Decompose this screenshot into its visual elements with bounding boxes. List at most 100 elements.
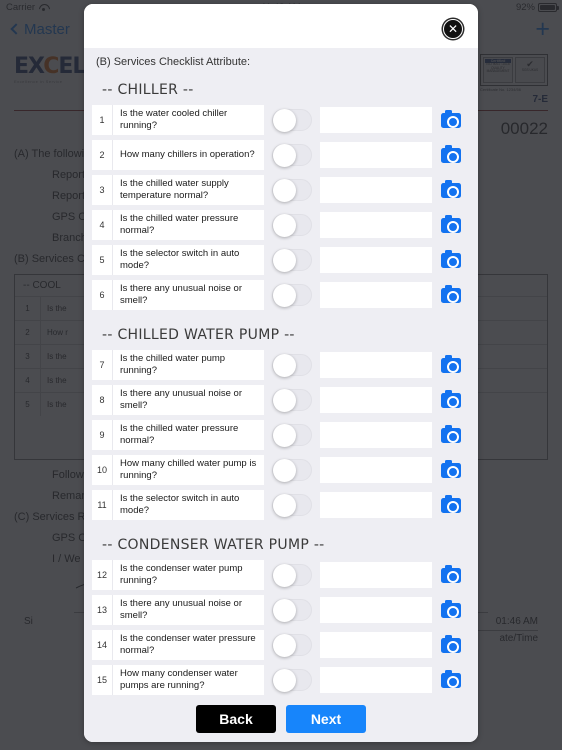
row-value-input[interactable] <box>320 177 432 203</box>
camera-icon <box>441 179 461 198</box>
row-question: Is the chilled water pump running? <box>112 350 264 380</box>
row-question: Is there any unusual noise or smell? <box>112 280 264 310</box>
row-input-cell <box>320 665 432 695</box>
section-heading: -- CONDENSER WATER PUMP -- <box>102 537 325 553</box>
toggle-switch-off[interactable] <box>272 669 312 692</box>
row-camera-button[interactable] <box>432 665 470 695</box>
row-camera-button[interactable] <box>432 175 470 205</box>
row-number: 2 <box>92 140 112 170</box>
row-camera-button[interactable] <box>432 245 470 275</box>
row-question: Is the chilled water pressure normal? <box>112 210 264 240</box>
row-input-cell <box>320 385 432 415</box>
checklist-row: 8 Is there any unusual noise or smell? <box>92 385 470 415</box>
row-value-input[interactable] <box>320 457 432 483</box>
row-camera-button[interactable] <box>432 105 470 135</box>
row-question: Is the chilled water supply temperature … <box>112 175 264 205</box>
row-input-cell <box>320 210 432 240</box>
row-question: Is there any unusual noise or smell? <box>112 595 264 625</box>
toggle-switch-off[interactable] <box>272 634 312 657</box>
row-input-cell <box>320 630 432 660</box>
row-value-input[interactable] <box>320 142 432 168</box>
checklist-row: 15 How many condenser water pumps are run… <box>92 665 470 695</box>
row-toggle-cell <box>264 210 320 240</box>
camera-icon <box>441 494 461 513</box>
row-value-input[interactable] <box>320 282 432 308</box>
row-number: 9 <box>92 420 112 450</box>
camera-icon <box>441 599 461 618</box>
camera-icon <box>441 144 461 163</box>
row-question: Is the condenser water pump running? <box>112 560 264 590</box>
row-number: 5 <box>92 245 112 275</box>
row-camera-button[interactable] <box>432 385 470 415</box>
modal-footer: Back Next <box>84 696 478 742</box>
toggle-switch-off[interactable] <box>272 354 312 377</box>
camera-icon <box>441 389 461 408</box>
checklist-row: 6 Is there any unusual noise or smell? <box>92 280 470 310</box>
toggle-switch-off[interactable] <box>272 599 312 622</box>
close-icon[interactable]: ✕ <box>443 19 463 39</box>
row-input-cell <box>320 280 432 310</box>
row-value-input[interactable] <box>320 492 432 518</box>
toggle-switch-off[interactable] <box>272 424 312 447</box>
camera-icon <box>441 564 461 583</box>
row-toggle-cell <box>264 140 320 170</box>
modal-body[interactable]: (B) Services Checklist Attribute: -- CHI… <box>84 48 478 696</box>
row-toggle-cell <box>264 175 320 205</box>
camera-icon <box>441 249 461 268</box>
row-value-input[interactable] <box>320 107 432 133</box>
row-camera-button[interactable] <box>432 595 470 625</box>
checklist-row: 2 How many chillers in operation? <box>92 140 470 170</box>
section-heading: -- CHILLER -- <box>102 82 194 98</box>
row-value-input[interactable] <box>320 387 432 413</box>
camera-icon <box>441 424 461 443</box>
modal-header: ✕ <box>84 4 478 48</box>
toggle-switch-off[interactable] <box>272 389 312 412</box>
checklist-row: 11 Is the selector switch in auto mode? <box>92 490 470 520</box>
row-toggle-cell <box>264 350 320 380</box>
row-toggle-cell <box>264 420 320 450</box>
camera-icon <box>441 459 461 478</box>
checklist-row: 1 Is the water cooled chiller running? <box>92 105 470 135</box>
row-number: 1 <box>92 105 112 135</box>
toggle-switch-off[interactable] <box>272 214 312 237</box>
row-toggle-cell <box>264 245 320 275</box>
row-camera-button[interactable] <box>432 280 470 310</box>
row-camera-button[interactable] <box>432 140 470 170</box>
toggle-switch-off[interactable] <box>272 564 312 587</box>
next-button[interactable]: Next <box>286 705 366 733</box>
row-camera-button[interactable] <box>432 210 470 240</box>
toggle-switch-off[interactable] <box>272 494 312 517</box>
row-number: 7 <box>92 350 112 380</box>
camera-icon <box>441 284 461 303</box>
row-question: How many chillers in operation? <box>112 140 264 170</box>
row-camera-button[interactable] <box>432 350 470 380</box>
row-value-input[interactable] <box>320 597 432 623</box>
row-value-input[interactable] <box>320 247 432 273</box>
row-camera-button[interactable] <box>432 455 470 485</box>
row-input-cell <box>320 140 432 170</box>
row-input-cell <box>320 560 432 590</box>
back-button[interactable]: Back <box>196 705 276 733</box>
row-value-input[interactable] <box>320 562 432 588</box>
row-camera-button[interactable] <box>432 490 470 520</box>
toggle-switch-off[interactable] <box>272 249 312 272</box>
toggle-switch-off[interactable] <box>272 109 312 132</box>
row-value-input[interactable] <box>320 667 432 693</box>
row-number: 12 <box>92 560 112 590</box>
toggle-switch-off[interactable] <box>272 284 312 307</box>
row-input-cell <box>320 245 432 275</box>
row-camera-button[interactable] <box>432 560 470 590</box>
toggle-switch-off[interactable] <box>272 459 312 482</box>
row-value-input[interactable] <box>320 352 432 378</box>
checklist-row: 12 Is the condenser water pump running? <box>92 560 470 590</box>
row-value-input[interactable] <box>320 422 432 448</box>
row-toggle-cell <box>264 665 320 695</box>
row-value-input[interactable] <box>320 632 432 658</box>
toggle-switch-off[interactable] <box>272 179 312 202</box>
row-camera-button[interactable] <box>432 420 470 450</box>
toggle-switch-off[interactable] <box>272 144 312 167</box>
checklist-row: 3 Is the chilled water supply temperature… <box>92 175 470 205</box>
row-value-input[interactable] <box>320 212 432 238</box>
row-camera-button[interactable] <box>432 630 470 660</box>
row-number: 14 <box>92 630 112 660</box>
